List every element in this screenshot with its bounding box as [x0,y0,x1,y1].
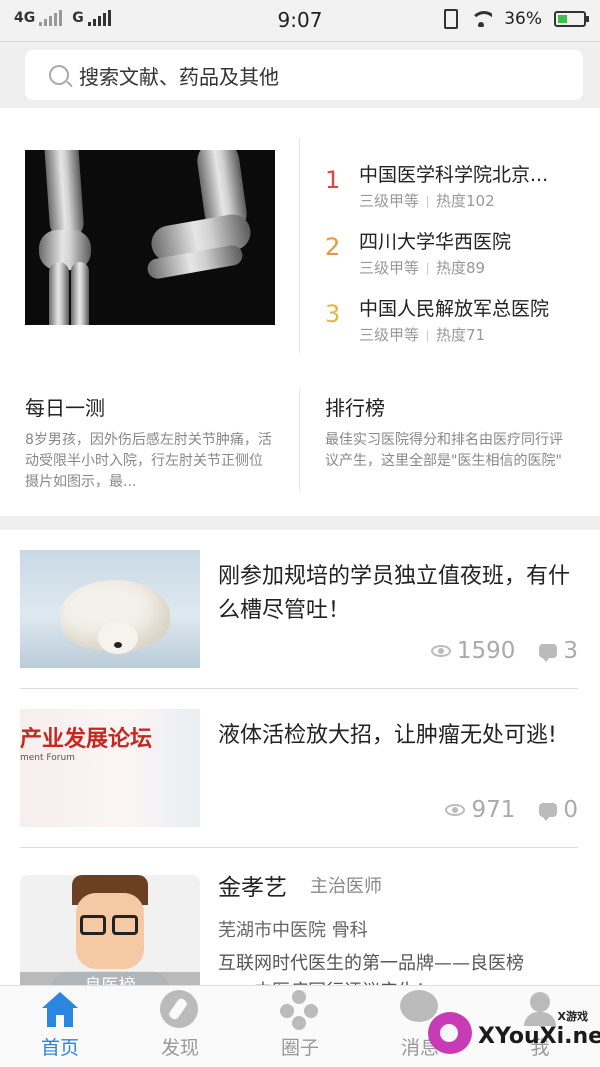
divider [20,688,578,689]
ranking-item[interactable]: 3 中国人民解放军总医院 三级甲等 热度71 [325,294,585,350]
search-placeholder: 搜索文献、药品及其他 [79,64,279,89]
ranking-item[interactable]: 2 四川大学华西医院 三级甲等 热度89 [325,227,585,283]
tab-label: 首页 [40,1037,79,1059]
views-count: 971 [471,797,516,823]
xray-image[interactable] [25,150,275,325]
hospital-heat: 热度71 [436,326,486,344]
gamepad-logo-icon [428,1012,472,1054]
rank-number: 2 [325,233,341,261]
vibrate-icon [444,9,459,29]
doctor-title: 主治医师 [310,876,382,897]
thumbnail-text: 产业发展论坛 [20,727,153,752]
hospital-heat: 热度89 [436,259,486,277]
home-icon [40,990,80,1030]
doctor-badge: 良医榜 [20,972,200,985]
system-indicators: 36% [444,9,589,29]
polar-bear-thumbnail [20,550,200,668]
search-icon [49,65,69,85]
article-stats: 971 0 [445,797,578,823]
hospital-name: 中国人民解放军总医院 [359,298,550,320]
doctor-hospital: 芜湖市中医院 骨科 [218,920,368,941]
hospital-meta: 三级甲等 热度71 [359,324,485,345]
divider [299,390,300,490]
watermark: X游戏 XYouXi.net [428,1004,600,1062]
article-item[interactable]: 刚参加规培的学员独立值夜班，有什么槽尽管吐！ 1590 3 [0,550,600,688]
daily-quiz-title: 每日一测 [25,396,105,420]
doctor-name: 金孝艺 [218,875,287,901]
doctor-intro: 互联网时代医生的第一品牌——良医榜——中医病同行评议产生！ [218,953,524,985]
rank-number: 3 [325,300,341,328]
hospital-name: 中国医学科学院北京... [359,164,549,186]
battery-icon [554,11,589,27]
featured-card: 1 中国医学科学院北京... 三级甲等 热度102 2 四川大学华西医院 三级甲等… [0,108,600,516]
views-count: 1590 [456,638,516,664]
leaderboard-desc: 最佳实习医院得分和排名由医疗同行评议产生，这里全部是"医生相信的医院" [325,432,563,469]
comments-icon [539,644,558,662]
daily-quiz-desc: 8岁男孩，因外伤后感左肘关节肿痛，活动受限半小时入院，行左肘关节正侧位摄片如图示… [25,432,272,490]
views-icon [445,804,466,816]
search-area: 搜索文献、药品及其他 [0,42,600,108]
hospital-level: 三级甲等 [359,259,420,277]
ranking-item[interactable]: 1 中国医学科学院北京... 三级甲等 热度102 [325,160,585,216]
divider [299,138,300,353]
hospital-level: 三级甲等 [359,326,420,344]
circle-network-icon [280,990,320,1030]
article-title: 刚参加规培的学员独立值夜班，有什么槽尽管吐！ [218,564,571,623]
battery-percent: 36% [504,9,542,29]
doctor-avatar: 良医榜 [20,875,200,985]
tab-home[interactable]: 首页 [0,986,120,1067]
comments-icon [539,803,558,821]
tab-discover[interactable]: 发现 [120,986,240,1067]
comments-count: 0 [563,797,578,823]
leaderboard-title: 排行榜 [325,396,385,420]
hospital-meta: 三级甲等 热度89 [359,257,485,278]
article-item[interactable]: 产业发展论坛 ment Forum 液体活检放大招，让肿瘤无处可逃! 971 0 [0,709,600,847]
rank-number: 1 [325,166,341,194]
article-title: 液体活检放大招，让肿瘤无处可逃! [218,723,557,748]
tab-label: 圈子 [280,1037,319,1059]
divider [20,847,578,848]
compass-icon [160,990,200,1030]
article-stats: 1590 3 [430,638,578,664]
comments-count: 3 [563,638,578,664]
forum-thumbnail: 产业发展论坛 ment Forum [20,709,200,827]
hospital-name: 四川大学华西医院 [359,231,512,253]
hospital-meta: 三级甲等 热度102 [359,190,495,211]
search-input[interactable]: 搜索文献、药品及其他 [25,50,583,100]
wifi-icon [470,11,493,27]
status-bar: 4G G 9:07 36% [0,0,600,42]
views-icon [430,645,451,657]
tab-label: 发现 [160,1037,199,1059]
hospital-level: 三级甲等 [359,192,420,210]
watermark-small: X游戏 [557,1010,588,1023]
watermark-text: XYouXi.net [478,1024,600,1049]
feed-list: 刚参加规培的学员独立值夜班，有什么槽尽管吐！ 1590 3 产业发展论坛 men… [0,530,600,985]
hospital-heat: 热度102 [436,192,495,210]
thumbnail-subtext: ment Forum [20,753,75,763]
tab-circle[interactable]: 圈子 [240,986,360,1067]
